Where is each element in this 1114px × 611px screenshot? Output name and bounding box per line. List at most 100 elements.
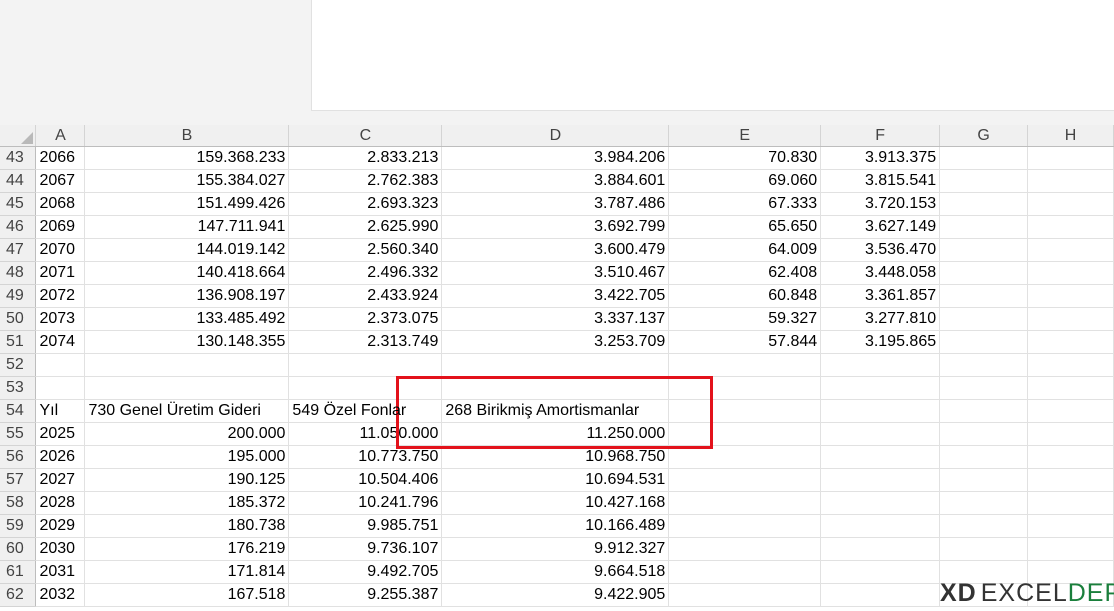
row-header[interactable]: 49 [0, 284, 37, 308]
cell-f[interactable] [820, 537, 941, 561]
cell-h[interactable] [1027, 537, 1114, 561]
cell-a[interactable]: 2026 [35, 445, 86, 469]
cell-e[interactable]: 59.327 [668, 307, 822, 331]
cell-c[interactable]: 9.985.751 [288, 514, 443, 538]
cell-f[interactable] [820, 353, 941, 377]
cell-c[interactable]: 2.693.323 [288, 192, 443, 216]
cell-e[interactable]: 60.848 [668, 284, 822, 308]
cell-b[interactable]: 140.418.664 [84, 261, 290, 285]
cell-f[interactable] [820, 445, 941, 469]
cell-f[interactable] [820, 422, 941, 446]
cell-f[interactable]: 3.448.058 [820, 261, 941, 285]
cell-a[interactable]: 2068 [35, 192, 86, 216]
cell-a[interactable] [35, 376, 86, 400]
cell-c[interactable]: 11.050.000 [288, 422, 443, 446]
cell-h[interactable] [1027, 146, 1114, 170]
cell-d[interactable]: 10.166.489 [441, 514, 670, 538]
cell-b[interactable]: 171.814 [84, 560, 290, 584]
select-all-corner[interactable] [0, 125, 37, 147]
cell-a[interactable]: 2069 [35, 215, 86, 239]
cell-h[interactable] [1027, 284, 1114, 308]
cell-c[interactable]: 10.241.796 [288, 491, 443, 515]
cell-f[interactable] [820, 376, 941, 400]
cell-e[interactable] [668, 583, 822, 607]
cell-f[interactable]: 3.815.541 [820, 169, 941, 193]
cell-d[interactable]: 9.664.518 [441, 560, 670, 584]
cell-f[interactable]: 3.627.149 [820, 215, 941, 239]
cell-d[interactable]: 3.692.799 [441, 215, 670, 239]
cell-d[interactable]: 3.510.467 [441, 261, 670, 285]
cell-a[interactable]: 2071 [35, 261, 86, 285]
cell-g[interactable] [939, 537, 1029, 561]
cell-g[interactable] [939, 491, 1029, 515]
cell-f[interactable] [820, 491, 941, 515]
row-header[interactable]: 48 [0, 261, 37, 285]
cell-d[interactable] [441, 376, 670, 400]
cell-b[interactable]: 180.738 [84, 514, 290, 538]
cell-a[interactable]: 2032 [35, 583, 86, 607]
cell-c[interactable]: 2.833.213 [288, 146, 443, 170]
cell-e[interactable] [668, 514, 822, 538]
cell-f[interactable]: 3.195.865 [820, 330, 941, 354]
cell-c[interactable]: 549 Özel Fonlar [288, 399, 443, 423]
cell-d[interactable]: 11.250.000 [441, 422, 670, 446]
cell-a[interactable]: 2070 [35, 238, 86, 262]
cell-d[interactable]: 9.422.905 [441, 583, 670, 607]
cell-e[interactable]: 64.009 [668, 238, 822, 262]
row-header[interactable]: 46 [0, 215, 37, 239]
cell-e[interactable] [668, 560, 822, 584]
row-header[interactable]: 45 [0, 192, 37, 216]
cell-c[interactable]: 2.373.075 [288, 307, 443, 331]
cell-d[interactable]: 3.787.486 [441, 192, 670, 216]
row-header[interactable]: 54 [0, 399, 37, 423]
cell-b[interactable] [84, 353, 290, 377]
cell-b[interactable]: 147.711.941 [84, 215, 290, 239]
row-header[interactable]: 61 [0, 560, 37, 584]
cell-h[interactable] [1027, 491, 1114, 515]
cell-g[interactable] [939, 353, 1029, 377]
row-header[interactable]: 60 [0, 537, 37, 561]
cell-a[interactable]: 2028 [35, 491, 86, 515]
cell-e[interactable] [668, 422, 822, 446]
cell-h[interactable] [1027, 376, 1114, 400]
cell-e[interactable] [668, 353, 822, 377]
cell-h[interactable] [1027, 353, 1114, 377]
row-header[interactable]: 57 [0, 468, 37, 492]
cell-g[interactable] [939, 514, 1029, 538]
cell-c[interactable]: 10.504.406 [288, 468, 443, 492]
cell-e[interactable] [668, 491, 822, 515]
row-header[interactable]: 51 [0, 330, 37, 354]
cell-g[interactable] [939, 376, 1029, 400]
cell-a[interactable]: 2073 [35, 307, 86, 331]
cell-d[interactable] [441, 353, 670, 377]
cell-c[interactable]: 2.313.749 [288, 330, 443, 354]
cell-b[interactable]: 159.368.233 [84, 146, 290, 170]
cell-c[interactable]: 10.773.750 [288, 445, 443, 469]
cell-f[interactable]: 3.536.470 [820, 238, 941, 262]
cell-f[interactable] [820, 583, 941, 607]
cell-b[interactable] [84, 376, 290, 400]
cell-e[interactable]: 62.408 [668, 261, 822, 285]
cell-f[interactable] [820, 399, 941, 423]
cell-h[interactable] [1027, 261, 1114, 285]
cell-d[interactable]: 3.253.709 [441, 330, 670, 354]
cell-d[interactable]: 10.427.168 [441, 491, 670, 515]
row-header[interactable]: 44 [0, 169, 37, 193]
cell-g[interactable] [939, 169, 1029, 193]
cell-e[interactable]: 65.650 [668, 215, 822, 239]
row-header[interactable]: 47 [0, 238, 37, 262]
cell-g[interactable] [939, 215, 1029, 239]
column-header-b[interactable]: B [84, 125, 290, 147]
cell-e[interactable]: 70.830 [668, 146, 822, 170]
cell-f[interactable]: 3.913.375 [820, 146, 941, 170]
cell-a[interactable]: 2066 [35, 146, 86, 170]
cell-f[interactable] [820, 560, 941, 584]
cell-g[interactable] [939, 146, 1029, 170]
cell-b[interactable]: 155.384.027 [84, 169, 290, 193]
cell-h[interactable] [1027, 330, 1114, 354]
cell-f[interactable]: 3.277.810 [820, 307, 941, 331]
cell-a[interactable]: 2025 [35, 422, 86, 446]
cell-d[interactable]: 3.337.137 [441, 307, 670, 331]
column-header-h[interactable]: H [1027, 125, 1114, 147]
cell-d[interactable]: 3.984.206 [441, 146, 670, 170]
